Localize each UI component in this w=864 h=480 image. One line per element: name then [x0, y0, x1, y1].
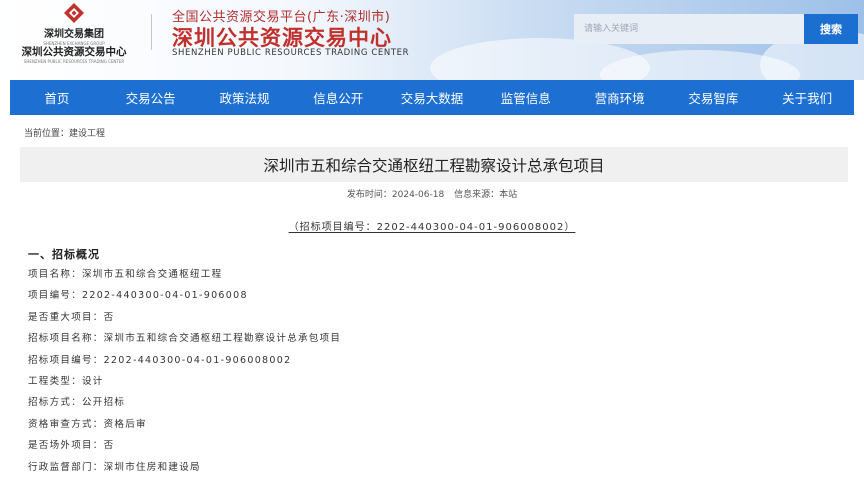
- info-row-major-project: 是否重大项目：否: [28, 311, 115, 323]
- info-row-project-name: 项目名称：深圳市五和综合交通枢纽工程: [28, 269, 223, 280]
- info-row-tender-name: 招标项目名称：深圳市五和综合交通枢纽工程勘察设计总承包项目: [28, 333, 342, 345]
- site-header: 深圳交易集团 SHENZHEN EXCHANGE GROUP 深圳公共资源交易中…: [0, 0, 864, 80]
- tender-code: （招标项目编号：2202-440300-04-01-906008002）: [288, 222, 576, 233]
- search-bar: 搜索: [574, 14, 858, 44]
- nav-item-supervision[interactable]: 监管信息: [479, 80, 573, 115]
- page-title: 深圳市五和综合交通枢纽工程勘察设计总承包项目: [20, 147, 848, 182]
- main-nav: 首页 交易公告 政策法规 信息公开 交易大数据 监管信息 营商环境 交易智库 关…: [10, 80, 854, 115]
- nav-item-about[interactable]: 关于我们: [760, 80, 854, 115]
- nav-item-think-tank[interactable]: 交易智库: [666, 80, 760, 115]
- publish-time: 发布时间：2024-06-18: [346, 190, 445, 200]
- logo-center-name-en: SHENZHEN PUBLIC RESOURCES TRADING CENTER: [23, 59, 125, 64]
- nav-item-announcements[interactable]: 交易公告: [104, 80, 198, 115]
- nav-item-big-data[interactable]: 交易大数据: [385, 80, 479, 115]
- nav-item-disclosure[interactable]: 信息公开: [291, 80, 385, 115]
- logo-group-name: 深圳交易集团: [44, 29, 104, 40]
- section-title: 一、招标概况: [28, 248, 100, 261]
- site-title-en: SHENZHEN PUBLIC RESOURCES TRADING CENTER: [172, 48, 410, 58]
- nav-item-policies[interactable]: 政策法规: [198, 80, 292, 115]
- logo[interactable]: 深圳交易集团 SHENZHEN EXCHANGE GROUP 深圳公共资源交易中…: [10, 2, 138, 64]
- info-row-project-code: 项目编号：2202-440300-04-01-906008: [28, 290, 248, 302]
- logo-center-name: 深圳公共资源交易中心: [21, 46, 127, 58]
- tender-info-list: 项目名称：深圳市五和综合交通枢纽工程 项目编号：2202-440300-04-0…: [28, 264, 341, 478]
- info-source: 信息来源：本站: [454, 190, 518, 200]
- breadcrumb: 当前位置：建设工程: [24, 129, 106, 139]
- info-row-offsite: 是否场外项目：否: [28, 440, 115, 452]
- info-row-supervisor: 行政监督部门：深圳市住房和建设局: [28, 461, 201, 473]
- info-row-tender-method: 招标方式：公开招标: [28, 397, 126, 409]
- logo-mark-icon: [64, 3, 84, 23]
- search-button[interactable]: 搜索: [804, 14, 858, 44]
- info-row-project-type: 工程类型：设计: [28, 375, 104, 387]
- nav-item-business-env[interactable]: 营商环境: [573, 80, 667, 115]
- logo-divider: [151, 14, 152, 50]
- search-input[interactable]: [574, 14, 804, 44]
- nav-item-home[interactable]: 首页: [10, 80, 104, 115]
- tender-code-line: （招标项目编号：2202-440300-04-01-906008002）: [0, 218, 864, 233]
- article-meta: 发布时间：2024-06-18 信息来源：本站: [0, 187, 864, 200]
- info-row-qualification: 资格审查方式：资格后审: [28, 418, 147, 430]
- info-row-tender-code: 招标项目编号：2202-440300-04-01-906008002: [28, 354, 292, 366]
